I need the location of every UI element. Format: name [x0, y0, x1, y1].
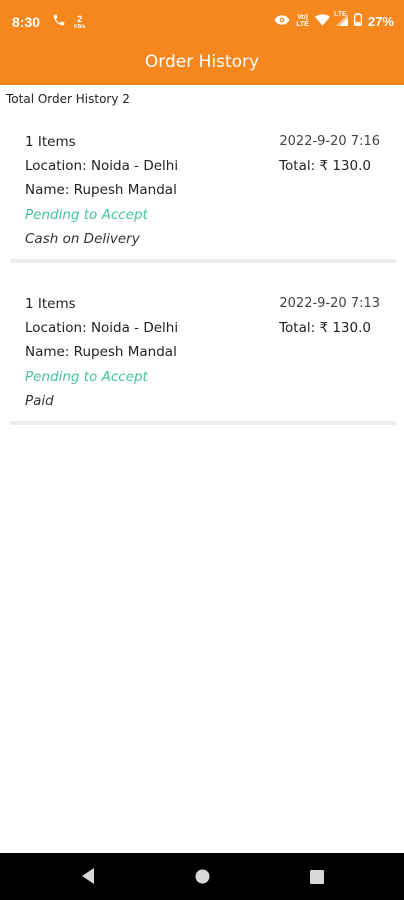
order-date: 2022-9-20 7:16	[279, 134, 380, 149]
data-speed-icon: 2 KB/s	[74, 14, 86, 31]
battery-icon	[353, 13, 362, 29]
volte-icon: Vo) LTE	[296, 14, 309, 28]
recents-icon[interactable]	[310, 869, 324, 888]
order-card[interactable]: 1 Items 2022-9-20 7:16 Location: Noida -…	[10, 128, 396, 263]
status-left-icons: 2 KB/s	[52, 13, 85, 32]
order-items-count: 1 Items	[25, 134, 76, 150]
order-items-count: 1 Items	[25, 296, 76, 312]
order-payment-method: Cash on Delivery	[25, 231, 140, 247]
total-order-history-label: Total Order History 2	[6, 92, 130, 106]
order-location: Location: Noida - Delhi	[25, 320, 179, 336]
home-icon[interactable]	[195, 869, 210, 888]
order-date: 2022-9-20 7:13	[279, 296, 380, 311]
order-total: Total: ₹ 130.0	[279, 320, 371, 336]
order-total: Total: ₹ 130.0	[279, 158, 371, 174]
signal-icon: LTE	[334, 11, 348, 29]
order-location: Location: Noida - Delhi	[25, 158, 179, 174]
wifi-icon	[314, 13, 330, 29]
order-customer-name: Name: Rupesh Mandal	[25, 182, 177, 198]
order-payment-method: Paid	[25, 393, 54, 409]
app-bar: Order History	[0, 44, 404, 85]
order-card[interactable]: 1 Items 2022-9-20 7:13 Location: Noida -…	[10, 290, 396, 425]
page-title: Order History	[144, 52, 260, 72]
status-right-icons: Vo) LTE LTE 27%	[274, 11, 394, 29]
navigation-bar	[0, 853, 404, 900]
status-time: 8:30	[12, 14, 41, 30]
status-bar: 8:30 2 KB/s Vo) LTE LTE 27%	[0, 0, 404, 44]
back-icon[interactable]	[80, 867, 96, 889]
battery-percent: 27%	[367, 13, 394, 29]
phone-icon	[52, 13, 66, 32]
order-status: Pending to Accept	[25, 369, 148, 385]
eye-icon	[274, 14, 290, 29]
order-status: Pending to Accept	[25, 207, 148, 223]
order-customer-name: Name: Rupesh Mandal	[25, 344, 177, 360]
